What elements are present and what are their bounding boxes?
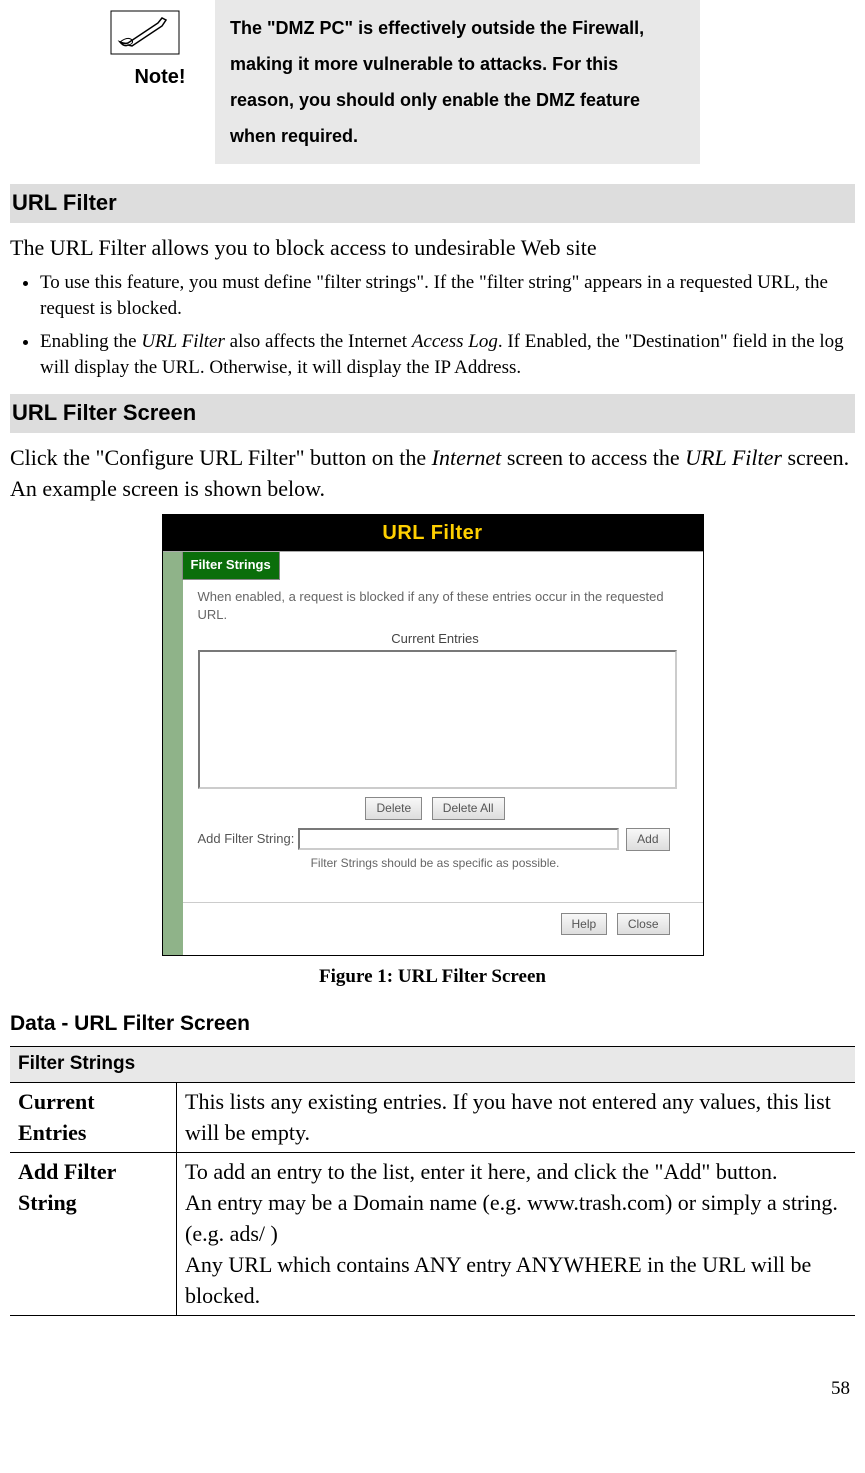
- data-table-title: Data - URL Filter Screen: [10, 1009, 855, 1038]
- note-pencil-icon: [110, 10, 180, 55]
- current-entries-listbox[interactable]: [198, 650, 677, 789]
- note-icon-cell: Note!: [105, 0, 215, 164]
- delete-all-button[interactable]: Delete All: [432, 797, 505, 820]
- note-callout: Note! The "DMZ PC" is effectively outsid…: [105, 0, 855, 164]
- screen-intro: Click the "Configure URL Filter" button …: [10, 443, 855, 505]
- tab-filter-strings[interactable]: Filter Strings: [182, 552, 280, 579]
- row-desc: This lists any existing entries. If you …: [177, 1082, 856, 1153]
- delete-button[interactable]: Delete: [365, 797, 422, 820]
- note-text: The "DMZ PC" is effectively outside the …: [215, 0, 700, 164]
- data-table: Filter Strings Current Entries This list…: [10, 1046, 855, 1316]
- table-header: Filter Strings: [10, 1047, 855, 1083]
- figure-caption: Figure 1: URL Filter Screen: [10, 964, 855, 991]
- add-filter-input[interactable]: [298, 828, 619, 850]
- page-number: 58: [10, 1376, 850, 1403]
- row-label: Current Entries: [10, 1082, 177, 1153]
- url-filter-intro: The URL Filter allows you to block acces…: [10, 233, 855, 264]
- row-label: Add Filter String: [10, 1153, 177, 1316]
- current-entries-label: Current Entries: [198, 630, 673, 648]
- url-filter-bullets: To use this feature, you must define "fi…: [10, 270, 855, 382]
- row-desc: To add an entry to the list, enter it he…: [177, 1153, 856, 1316]
- close-button[interactable]: Close: [617, 913, 670, 936]
- help-button[interactable]: Help: [561, 913, 608, 936]
- figure-sidebar: [163, 552, 183, 955]
- add-filter-label: Add Filter String:: [198, 830, 295, 848]
- section-header-url-filter-screen: URL Filter Screen: [10, 394, 855, 433]
- note-label: Note!: [110, 63, 210, 91]
- figure-url-filter: URL Filter Filter Strings When enabled, …: [162, 514, 704, 956]
- list-item: To use this feature, you must define "fi…: [40, 270, 855, 323]
- table-row: Add Filter String To add an entry to the…: [10, 1153, 855, 1316]
- figure-description: When enabled, a request is blocked if an…: [198, 588, 673, 624]
- add-button[interactable]: Add: [626, 828, 669, 851]
- section-header-url-filter: URL Filter: [10, 184, 855, 223]
- table-row: Current Entries This lists any existing …: [10, 1082, 855, 1153]
- figure-title: URL Filter: [163, 515, 703, 551]
- filter-hint: Filter Strings should be as specific as …: [198, 855, 673, 872]
- list-item: Enabling the URL Filter also affects the…: [40, 329, 855, 382]
